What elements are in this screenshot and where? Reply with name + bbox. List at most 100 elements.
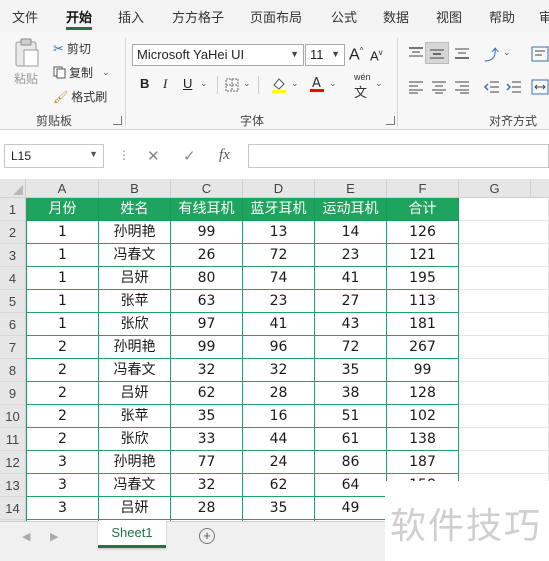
previous-sheet-icon[interactable]: ◀ <box>22 530 30 543</box>
table-cell[interactable]: 77 <box>171 451 243 474</box>
increase-font-size-button[interactable]: A^ <box>349 46 363 64</box>
insert-function-icon[interactable]: fx <box>219 147 230 164</box>
table-cell[interactable]: 72 <box>243 244 315 267</box>
table-cell[interactable] <box>459 451 549 474</box>
table-cell[interactable]: 3 <box>26 497 99 520</box>
orientation-icon[interactable]: ⤴ <box>484 44 499 65</box>
font-color-icon[interactable]: A <box>309 75 325 94</box>
table-cell[interactable]: 43 <box>315 313 387 336</box>
table-cell[interactable]: 41 <box>243 313 315 336</box>
table-cell[interactable]: 张苹 <box>99 290 171 313</box>
table-cell[interactable]: 41 <box>315 267 387 290</box>
merge-center-icon[interactable] <box>531 79 549 95</box>
decrease-indent-icon[interactable] <box>484 80 500 94</box>
table-cell[interactable]: 121 <box>387 244 459 267</box>
add-sheet-icon[interactable]: + <box>199 528 215 544</box>
table-cell[interactable]: 2 <box>26 405 99 428</box>
table-cell[interactable]: 27 <box>315 290 387 313</box>
table-cell[interactable]: 138 <box>387 428 459 451</box>
table-cell[interactable]: 张苹 <box>99 405 171 428</box>
table-cell[interactable] <box>459 244 549 267</box>
table-cell[interactable]: 24 <box>243 451 315 474</box>
chevron-down-icon[interactable]: ⌄ <box>503 47 511 58</box>
table-cell[interactable]: 62 <box>243 474 315 497</box>
row-header[interactable]: 1 <box>0 198 26 221</box>
row-header[interactable]: 4 <box>0 267 26 290</box>
borders-icon[interactable] <box>225 78 239 92</box>
table-cell[interactable]: 32 <box>171 359 243 382</box>
header-cell[interactable]: 月份 <box>26 198 99 221</box>
row-header[interactable]: 14 <box>0 497 26 520</box>
row-header[interactable]: 3 <box>0 244 26 267</box>
row-header[interactable]: 10 <box>0 405 26 428</box>
table-cell[interactable]: 32 <box>171 474 243 497</box>
formula-input[interactable] <box>248 144 549 168</box>
table-cell[interactable]: 38 <box>315 382 387 405</box>
table-cell[interactable]: 181 <box>387 313 459 336</box>
table-cell[interactable]: 2 <box>26 428 99 451</box>
table-cell[interactable] <box>459 290 549 313</box>
align-middle-button[interactable] <box>425 42 449 64</box>
table-cell[interactable]: 61 <box>315 428 387 451</box>
table-cell[interactable]: 44 <box>243 428 315 451</box>
table-cell[interactable]: 99 <box>171 221 243 244</box>
table-cell[interactable]: 96 <box>243 336 315 359</box>
chevron-down-icon[interactable]: ⌄ <box>243 78 251 89</box>
table-cell[interactable]: 冯春文 <box>99 244 171 267</box>
table-cell[interactable]: 孙明艳 <box>99 336 171 359</box>
header-cell[interactable]: 有线耳机 <box>171 198 243 221</box>
table-cell[interactable]: 51 <box>315 405 387 428</box>
table-cell[interactable] <box>459 336 549 359</box>
name-box[interactable]: L15 ▼ <box>4 144 104 168</box>
table-cell[interactable]: 3 <box>26 474 99 497</box>
font-size-dropdown[interactable]: 11 ▼ <box>305 44 345 66</box>
column-header[interactable]: C <box>171 179 243 198</box>
table-cell[interactable]: 2 <box>26 359 99 382</box>
ribbon-tab[interactable]: 开始 <box>66 7 92 26</box>
table-cell[interactable]: 3 <box>26 451 99 474</box>
row-header[interactable]: 2 <box>0 221 26 244</box>
bold-button[interactable]: B <box>140 76 149 91</box>
table-cell[interactable] <box>459 221 549 244</box>
column-header[interactable]: A <box>26 179 99 198</box>
font-name-dropdown[interactable]: Microsoft YaHei UI ▼ <box>132 44 304 66</box>
table-cell[interactable]: 187 <box>387 451 459 474</box>
chevron-down-icon[interactable]: ⌄ <box>102 67 110 78</box>
ribbon-tab[interactable]: 公式 <box>331 7 357 26</box>
table-cell[interactable]: 49 <box>315 497 387 520</box>
header-cell[interactable]: 蓝牙耳机 <box>243 198 315 221</box>
table-cell[interactable] <box>459 405 549 428</box>
row-header[interactable]: 6 <box>0 313 26 336</box>
table-cell[interactable]: 23 <box>243 290 315 313</box>
font-launcher-icon[interactable] <box>386 116 395 125</box>
phonetic-guide-button[interactable]: wén 文 <box>354 72 371 101</box>
table-cell[interactable]: 128 <box>387 382 459 405</box>
table-cell[interactable]: 孙明艳 <box>99 221 171 244</box>
ribbon-tab[interactable]: 帮助 <box>489 7 515 26</box>
table-cell[interactable]: 97 <box>171 313 243 336</box>
table-cell[interactable]: 1 <box>26 221 99 244</box>
sheet-tab-sheet1[interactable]: Sheet1 <box>98 521 166 548</box>
row-header[interactable]: 7 <box>0 336 26 359</box>
table-cell[interactable]: 1 <box>26 313 99 336</box>
table-cell[interactable]: 74 <box>243 267 315 290</box>
table-cell[interactable]: 26 <box>171 244 243 267</box>
table-cell[interactable]: 35 <box>243 497 315 520</box>
enter-icon[interactable]: ✓ <box>183 147 196 165</box>
column-header-partial[interactable] <box>531 179 549 198</box>
copy-button[interactable]: 复制 ⌄ <box>53 64 110 81</box>
table-cell[interactable]: 80 <box>171 267 243 290</box>
increase-indent-icon[interactable] <box>506 80 522 94</box>
table-cell[interactable]: 16 <box>243 405 315 428</box>
table-cell[interactable]: 99 <box>387 359 459 382</box>
table-cell[interactable]: 86 <box>315 451 387 474</box>
ribbon-tab[interactable]: 审 <box>539 7 549 26</box>
table-cell[interactable]: 35 <box>171 405 243 428</box>
table-cell[interactable]: 33 <box>171 428 243 451</box>
row-header[interactable]: 8 <box>0 359 26 382</box>
table-cell[interactable]: 267 <box>387 336 459 359</box>
table-cell[interactable]: 28 <box>171 497 243 520</box>
table-cell[interactable]: 64 <box>315 474 387 497</box>
paste-button[interactable]: 粘贴 <box>12 38 40 87</box>
row-header[interactable]: 13 <box>0 474 26 497</box>
